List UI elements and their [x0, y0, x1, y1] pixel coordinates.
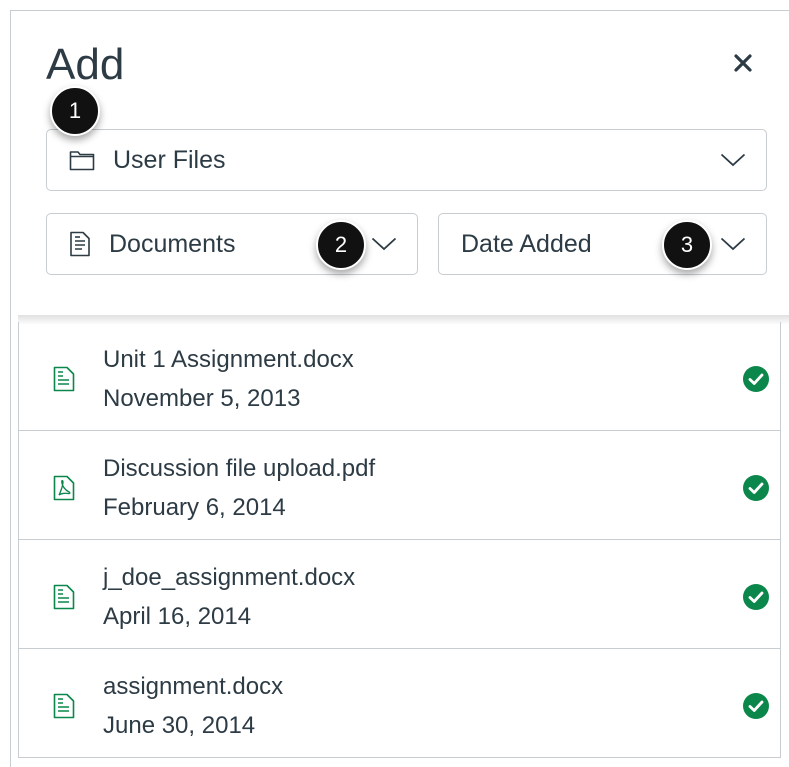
source-select-label: User Files	[113, 145, 226, 174]
file-date: November 5, 2013	[103, 385, 301, 412]
folder-icon	[69, 149, 95, 171]
close-button[interactable]	[728, 50, 758, 80]
type-select-label: Documents	[109, 229, 236, 258]
chevron-down-icon	[720, 153, 746, 167]
file-list-item[interactable]: assignment.docx June 30, 2014	[19, 649, 780, 758]
file-list: Unit 1 Assignment.docx November 5, 2013 …	[18, 322, 781, 758]
file-name: j_doe_assignment.docx	[103, 564, 356, 591]
docx-file-icon	[53, 693, 75, 724]
chevron-down-icon	[720, 237, 746, 251]
file-name: Unit 1 Assignment.docx	[103, 346, 354, 373]
check-circle-icon	[743, 475, 769, 506]
file-list-item[interactable]: j_doe_assignment.docx April 16, 2014	[19, 540, 780, 649]
source-select[interactable]: User Files	[46, 129, 767, 191]
chevron-down-icon	[371, 237, 397, 251]
check-circle-icon	[743, 366, 769, 397]
docx-file-icon	[53, 366, 75, 397]
callout-badge-3: 3	[662, 220, 712, 270]
file-date: April 16, 2014	[103, 603, 252, 630]
check-circle-icon	[743, 693, 769, 724]
pdf-file-icon	[53, 475, 75, 506]
close-icon	[734, 53, 752, 77]
file-list-item[interactable]: Discussion file upload.pdf February 6, 2…	[19, 431, 780, 540]
file-name: Discussion file upload.pdf	[103, 455, 376, 482]
check-circle-icon	[743, 584, 769, 615]
sort-select-label: Date Added	[461, 229, 592, 258]
file-date: June 30, 2014	[103, 712, 256, 739]
callout-badge-1: 1	[50, 86, 100, 136]
file-date: February 6, 2014	[103, 494, 286, 521]
docx-file-icon	[53, 584, 75, 615]
sort-select[interactable]: Date Added	[438, 213, 767, 275]
panel-title: Add	[46, 40, 125, 89]
document-icon	[69, 231, 91, 257]
file-list-item[interactable]: Unit 1 Assignment.docx November 5, 2013	[19, 322, 780, 431]
callout-badge-2: 2	[316, 220, 366, 270]
file-name: assignment.docx	[103, 673, 284, 700]
